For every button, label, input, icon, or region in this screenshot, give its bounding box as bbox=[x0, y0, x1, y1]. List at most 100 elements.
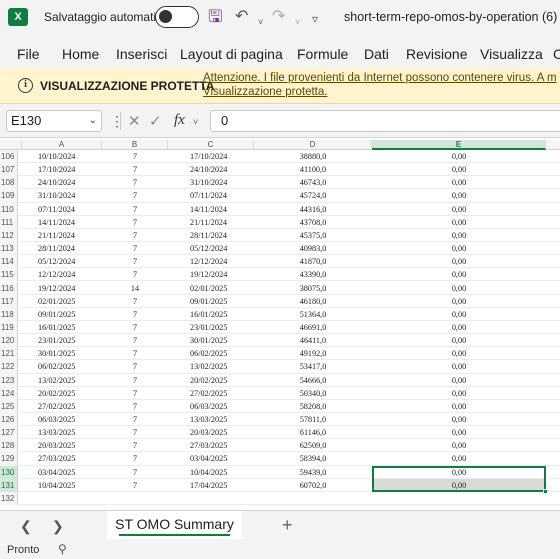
row-number[interactable]: 118 bbox=[0, 307, 18, 321]
cell-date-maturity[interactable]: 12/12/2024 bbox=[168, 255, 254, 268]
cell-amount[interactable]: 61146,0 bbox=[254, 426, 372, 439]
cell-value[interactable]: 0,00 bbox=[372, 360, 546, 373]
cell-value[interactable]: 0,00 bbox=[372, 452, 546, 465]
tab-home[interactable]: Home bbox=[62, 46, 99, 62]
cell-value[interactable]: 0,00 bbox=[372, 176, 546, 189]
row-number[interactable]: 129 bbox=[0, 452, 18, 466]
cell-value[interactable]: 0,00 bbox=[372, 282, 546, 295]
cell-date-start[interactable]: 20/03/2025 bbox=[22, 439, 102, 452]
cell-date-start[interactable]: 17/10/2024 bbox=[22, 163, 102, 176]
cell-tenor[interactable]: 7 bbox=[102, 439, 168, 452]
cell-value[interactable]: 0,00 bbox=[372, 189, 546, 202]
chevron-down-icon[interactable]: ⌄ bbox=[89, 111, 97, 131]
cell-amount[interactable]: 46180,0 bbox=[254, 295, 372, 308]
cell-date-maturity[interactable]: 10/04/2025 bbox=[168, 466, 254, 479]
cell-date-maturity[interactable]: 28/11/2024 bbox=[168, 229, 254, 242]
row-number[interactable]: 123 bbox=[0, 373, 18, 387]
cell-date-start[interactable]: 20/02/2025 bbox=[22, 387, 102, 400]
cell-date-start[interactable]: 23/01/2025 bbox=[22, 334, 102, 347]
formula-input[interactable]: 0 bbox=[210, 110, 560, 132]
insert-function-button[interactable]: fx bbox=[174, 112, 185, 129]
row-number[interactable]: 131 bbox=[0, 478, 18, 492]
row-number[interactable]: 107 bbox=[0, 163, 18, 177]
cell-date-start[interactable]: 30/01/2025 bbox=[22, 347, 102, 360]
cell-value[interactable]: 0,00 bbox=[372, 426, 546, 439]
cell-tenor[interactable]: 7 bbox=[102, 400, 168, 413]
row-number[interactable]: 128 bbox=[0, 439, 18, 453]
save-icon[interactable]: 🖫 bbox=[208, 7, 222, 27]
cell-amount[interactable]: 51364,0 bbox=[254, 308, 372, 321]
cell-tenor[interactable]: 7 bbox=[102, 242, 168, 255]
row-number[interactable]: 109 bbox=[0, 189, 18, 203]
fill-handle[interactable] bbox=[543, 488, 548, 494]
cell-value[interactable]: 0,00 bbox=[372, 374, 546, 387]
cell-amount[interactable]: 46691,0 bbox=[254, 321, 372, 334]
cell-date-maturity[interactable]: 19/12/2024 bbox=[168, 268, 254, 281]
column-header-f[interactable] bbox=[546, 140, 560, 150]
column-header-e[interactable]: E bbox=[372, 140, 546, 150]
cell-value[interactable]: 0,00 bbox=[372, 387, 546, 400]
row-number[interactable]: 121 bbox=[0, 347, 18, 361]
cell-tenor[interactable]: 7 bbox=[102, 466, 168, 479]
cell-date-start[interactable]: 06/03/2025 bbox=[22, 413, 102, 426]
cell-tenor[interactable]: 7 bbox=[102, 150, 168, 163]
cell-value[interactable]: 0,00 bbox=[372, 347, 546, 360]
tab-page-layout[interactable]: Layout di pagina bbox=[180, 46, 283, 62]
cell-date-maturity[interactable]: 09/01/2025 bbox=[168, 295, 254, 308]
cell-tenor[interactable]: 7 bbox=[102, 268, 168, 281]
row-number[interactable]: 110 bbox=[0, 202, 18, 216]
protected-view-message-line1[interactable]: Attenzione. I file provenienti da Intern… bbox=[203, 71, 560, 85]
cell-date-maturity[interactable]: 20/02/2025 bbox=[168, 374, 254, 387]
cell-date-maturity[interactable]: 21/11/2024 bbox=[168, 216, 254, 229]
cell-tenor[interactable]: 7 bbox=[102, 479, 168, 492]
cell-date-start[interactable]: 12/12/2024 bbox=[22, 268, 102, 281]
cell-amount[interactable]: 58394,0 bbox=[254, 452, 372, 465]
row-number[interactable]: 112 bbox=[0, 228, 18, 243]
cell-date-maturity[interactable]: 20/03/2025 bbox=[168, 426, 254, 439]
cell-value[interactable]: 0,00 bbox=[372, 163, 546, 176]
cell-value[interactable]: 0,00 bbox=[372, 203, 546, 216]
sheet-tab-active[interactable]: ST OMO Summary bbox=[107, 511, 242, 539]
cell-date-start[interactable]: 13/02/2025 bbox=[22, 374, 102, 387]
cell-date-maturity[interactable]: 16/01/2025 bbox=[168, 308, 254, 321]
redo-icon[interactable]: ↷ bbox=[272, 7, 285, 27]
cell-date-start[interactable]: 10/10/2024 bbox=[22, 150, 102, 163]
tab-data[interactable]: Dati bbox=[364, 46, 389, 62]
cell-date-maturity[interactable]: 14/11/2024 bbox=[168, 203, 254, 216]
cell-date-maturity[interactable]: 06/02/2025 bbox=[168, 347, 254, 360]
cell-amount[interactable]: 40983,0 bbox=[254, 242, 372, 255]
cell-value[interactable]: 0,00 bbox=[372, 229, 546, 242]
cell-date-start[interactable]: 14/11/2024 bbox=[22, 216, 102, 229]
cell-value[interactable]: 0,00 bbox=[372, 242, 546, 255]
cell-date-maturity[interactable]: 07/11/2024 bbox=[168, 189, 254, 202]
row-number[interactable]: 125 bbox=[0, 399, 18, 413]
tab-file[interactable]: File bbox=[17, 46, 40, 62]
row-number[interactable]: 132 bbox=[0, 491, 18, 506]
protected-view-message-line2[interactable]: Visualizzazione protetta. bbox=[203, 85, 560, 99]
cell-tenor[interactable]: 7 bbox=[102, 229, 168, 242]
cell-value[interactable]: 0,00 bbox=[372, 295, 546, 308]
cell-date-maturity[interactable]: 17/04/2025 bbox=[168, 479, 254, 492]
tab-formulas[interactable]: Formule bbox=[297, 46, 348, 62]
cell-amount[interactable]: 58208,0 bbox=[254, 400, 372, 413]
cell-value[interactable]: 0,00 bbox=[372, 308, 546, 321]
cell-tenor[interactable]: 7 bbox=[102, 347, 168, 360]
tab-insert[interactable]: Inserisci bbox=[116, 46, 167, 62]
row-number[interactable]: 111 bbox=[0, 215, 18, 229]
column-header-d[interactable]: D bbox=[254, 140, 372, 150]
cell-tenor[interactable]: 7 bbox=[102, 452, 168, 465]
cell-amount[interactable]: 59439,0 bbox=[254, 466, 372, 479]
autosave-toggle[interactable] bbox=[155, 6, 199, 28]
undo-icon[interactable]: ↶ bbox=[235, 7, 248, 27]
cell-amount[interactable]: 41100,0 bbox=[254, 163, 372, 176]
chevron-right-icon[interactable]: ❯ bbox=[52, 518, 64, 535]
cell-amount[interactable]: 57811,0 bbox=[254, 413, 372, 426]
cell-tenor[interactable]: 7 bbox=[102, 321, 168, 334]
cell-tenor[interactable]: 7 bbox=[102, 334, 168, 347]
cell-date-start[interactable]: 09/01/2025 bbox=[22, 308, 102, 321]
cell-date-start[interactable]: 31/10/2024 bbox=[22, 189, 102, 202]
cell-tenor[interactable]: 7 bbox=[102, 176, 168, 189]
cell-date-maturity[interactable]: 27/03/2025 bbox=[168, 439, 254, 452]
cell-tenor[interactable]: 7 bbox=[102, 387, 168, 400]
chevron-left-icon[interactable]: ❮ bbox=[20, 518, 32, 535]
